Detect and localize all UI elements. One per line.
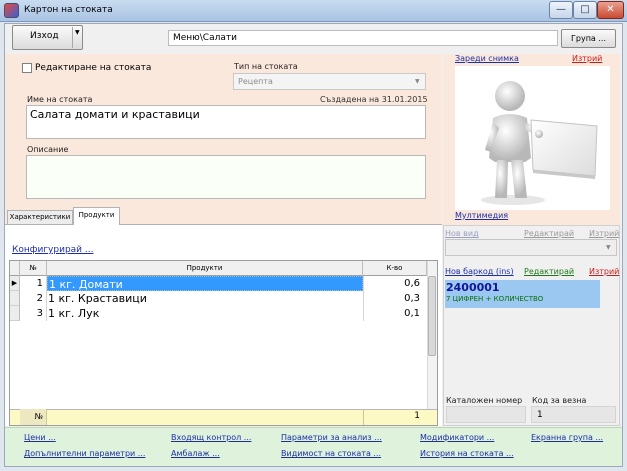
created-date: Създадена на 31.01.2015: [320, 95, 428, 104]
description-field[interactable]: [26, 155, 426, 199]
modifiers-link[interactable]: Модификатори ...: [420, 433, 494, 442]
analysis-params-link[interactable]: Параметри за анализ ...: [281, 433, 382, 442]
configure-link[interactable]: Конфигурирай ...: [12, 245, 93, 255]
item-type-select[interactable]: Рецепта: [233, 73, 426, 90]
product-cell[interactable]: 1 кг. Домати: [47, 276, 363, 291]
new-barcode-link[interactable]: Нов баркод (ins): [445, 267, 514, 276]
new-kind-link[interactable]: Нов вид: [445, 229, 479, 238]
extra-params-link[interactable]: Допълнителни параметри ...: [24, 449, 145, 458]
edit-barcode-link[interactable]: Редактирай: [524, 267, 574, 276]
person-with-board-image: [481, 81, 598, 205]
description-label: Описание: [27, 145, 69, 154]
catalog-number-label: Каталожен номер: [446, 396, 523, 405]
tab-products[interactable]: Продукти: [73, 207, 120, 225]
exit-button-divider: [72, 27, 73, 48]
history-link[interactable]: История на стоката ...: [420, 449, 514, 458]
row-indicator-header: [10, 261, 20, 276]
chevron-down-icon[interactable]: ▼: [75, 29, 80, 36]
scale-code-label: Код за везна: [532, 396, 587, 405]
screen-group-link[interactable]: Екранна група ...: [531, 433, 603, 442]
delete-photo-link[interactable]: Изтрий: [572, 54, 602, 63]
prices-link[interactable]: Цени ...: [24, 433, 56, 442]
edit-item-label: Редактиране на стоката: [35, 63, 152, 73]
barcode-description: 7 ЦИФРЕН + КОЛИЧЕСТВО: [446, 295, 544, 303]
row-indicator-arrow-icon: ▶: [10, 276, 20, 291]
edit-item-checkbox[interactable]: [22, 63, 32, 73]
row-indicator: [10, 291, 20, 306]
product-cell[interactable]: 1 кг. Краставици: [47, 291, 363, 306]
item-name-field[interactable]: Салата домати и краставици: [26, 105, 426, 139]
exit-button-label: Изход: [30, 31, 59, 41]
row-number: 1: [20, 276, 47, 291]
qty-cell[interactable]: 0,6: [363, 276, 427, 291]
delete-kind-link[interactable]: Изтрий: [589, 229, 619, 238]
barcode-value: 2400001: [446, 281, 500, 294]
item-type-label: Тип на стоката: [234, 62, 298, 71]
incoming-control-link[interactable]: Входящ контрол ...: [171, 433, 251, 442]
footer-qty-total: 1: [363, 409, 427, 425]
path-field[interactable]: Меню\Салати: [168, 30, 558, 46]
product-photo: [455, 66, 610, 210]
qty-cell[interactable]: 0,3: [363, 291, 427, 306]
app-icon: [4, 3, 19, 18]
product-cell[interactable]: 1 кг. Лук: [47, 306, 363, 321]
packaging-link[interactable]: Амбалаж ...: [171, 449, 220, 458]
footer-no: №: [20, 409, 47, 425]
tab-characteristics[interactable]: Характеристики: [7, 210, 73, 224]
group-button[interactable]: Група ...: [561, 29, 616, 48]
row-number: 2: [20, 291, 47, 306]
grid-scrollbar-thumb[interactable]: [428, 276, 436, 356]
edit-kind-link[interactable]: Редактирай: [524, 229, 574, 238]
column-header-no[interactable]: №: [20, 261, 47, 276]
multimedia-link[interactable]: Мултимедия: [455, 211, 508, 220]
delete-barcode-link[interactable]: Изтрий: [589, 267, 619, 276]
column-header-qty[interactable]: К-во: [363, 261, 427, 276]
maximize-button[interactable]: □: [573, 1, 597, 19]
row-number: 3: [20, 306, 47, 321]
chevron-down-icon: ▼: [606, 244, 611, 251]
visibility-link[interactable]: Видимост на стоката ...: [281, 449, 381, 458]
close-button[interactable]: ✕: [597, 1, 624, 19]
column-header-product[interactable]: Продукти: [47, 261, 363, 276]
load-photo-link[interactable]: Зареди снимка: [455, 54, 519, 63]
scale-code-field[interactable]: 1: [531, 406, 616, 423]
catalog-number-field[interactable]: [446, 406, 526, 423]
item-name-label: Име на стоката: [27, 95, 93, 104]
qty-cell[interactable]: 0,1: [363, 306, 427, 321]
minimize-button[interactable]: —: [549, 1, 573, 19]
row-indicator: [10, 306, 20, 321]
kind-select[interactable]: [445, 239, 617, 256]
chevron-down-icon: ▼: [415, 78, 420, 85]
window-title: Картон на стоката: [24, 5, 113, 15]
